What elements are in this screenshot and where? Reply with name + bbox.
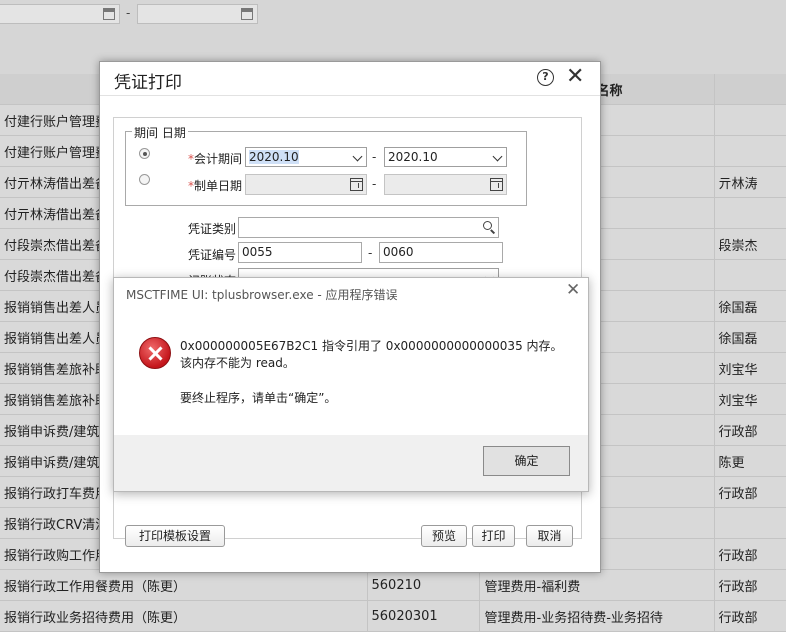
error-dialog-footer: 确定 [114,435,588,491]
voucher-no-label: 凭证编号 [188,248,237,262]
close-icon[interactable]: ✕ [566,64,584,89]
header-person [714,74,786,105]
error-icon [139,337,171,369]
calendar-icon[interactable] [490,178,503,191]
cell-person: 行政部 [714,600,786,632]
date-from-field[interactable] [0,4,120,24]
cell-summary: 报销行政业务招待费用（陈更） [0,600,368,632]
calendar-icon[interactable] [350,178,363,191]
cell-person: 行政部 [714,414,786,446]
period-legend: 期间 日期 [132,124,188,141]
cell-person: 行政部 [714,538,786,570]
cell-person [714,507,786,539]
cell-account: 560210 [367,569,480,601]
chevron-down-icon [492,151,503,162]
date-to-field[interactable] [137,4,258,24]
table-row[interactable]: 报销行政工作用餐费用（陈更） 560210 管理费用-福利费 行政部 [0,569,786,601]
range-separator: - [372,150,377,164]
close-icon[interactable]: ✕ [566,280,580,300]
cell-person: 陈更 [714,445,786,477]
cell-person: 刘宝华 [714,352,786,384]
cell-person: 徐国磊 [714,290,786,322]
cell-person: 徐国磊 [714,321,786,353]
period-to-select[interactable]: 2020.10 [384,147,507,167]
voucher-date-to[interactable] [384,174,507,195]
help-icon[interactable]: ? [537,69,554,86]
voucher-date-radio[interactable] [139,174,150,185]
range-separator: - [368,246,373,260]
cell-account-name: 管理费用-业务招待费-业务招待 [479,600,715,632]
period-from-select[interactable]: 2020.10 [245,147,367,167]
voucher-type-input[interactable] [238,217,499,238]
cell-account: 56020301 [367,600,480,632]
cell-account-name: 管理费用-福利费 [479,569,715,601]
cell-person: 刘宝华 [714,383,786,415]
title-divider [100,95,600,96]
chevron-down-icon [352,151,363,162]
cell-summary: 报销行政工作用餐费用（陈更） [0,569,368,601]
cell-person [714,104,786,136]
error-message: 0x000000005E67B2C1 指令引用了 0x0000000000000… [180,339,563,370]
calendar-icon[interactable] [103,8,115,20]
application-error-dialog: MSCTFIME UI: tplusbrowser.exe - 应用程序错误 ✕… [113,277,589,492]
range-separator: - [372,177,377,191]
accounting-period-radio[interactable] [139,148,150,159]
cell-person: 行政部 [714,569,786,601]
voucher-date-label: *制单日期 [188,179,243,193]
print-template-settings-button[interactable]: 打印模板设置 [125,525,225,547]
error-dialog-title: MSCTFIME UI: tplusbrowser.exe - 应用程序错误 [126,288,398,302]
dialog-title: 凭证打印 [114,73,182,93]
voucher-type-label: 凭证类别 [188,222,237,236]
cell-person: 段崇杰 [714,228,786,260]
date-separator: - [126,6,131,20]
cancel-button[interactable]: 取消 [526,525,573,547]
error-instruction: 要终止程序，请单击“确定”。 [180,391,337,405]
voucher-no-from[interactable]: 0055 [238,242,362,263]
calendar-icon[interactable] [241,8,253,20]
search-icon[interactable] [483,221,492,230]
cell-person: 亓林涛 [714,166,786,198]
accounting-period-label: *会计期间 [188,152,243,166]
period-date-group: 期间 日期 *会计期间 2020.10 - 2020.10 *制单日期 - [125,124,527,206]
voucher-no-to[interactable]: 0060 [379,242,503,263]
cell-person: 行政部 [714,476,786,508]
print-button[interactable]: 打印 [472,525,515,547]
voucher-date-from[interactable] [245,174,367,195]
ok-button[interactable]: 确定 [483,446,570,476]
cell-person [714,197,786,229]
cell-person [714,259,786,291]
table-row[interactable]: 报销行政业务招待费用（陈更） 56020301 管理费用-业务招待费-业务招待 行政部 [0,600,786,632]
cell-person [714,135,786,167]
preview-button[interactable]: 预览 [421,525,467,547]
